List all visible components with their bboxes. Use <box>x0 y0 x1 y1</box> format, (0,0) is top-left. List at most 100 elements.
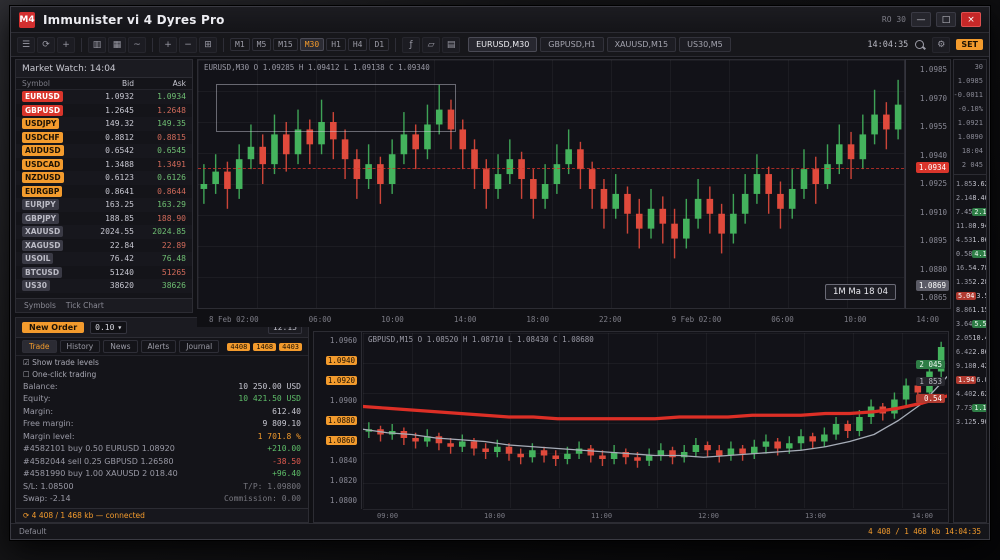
new-order-button[interactable]: New Order <box>22 322 84 333</box>
dom-row[interactable]: 5.043.54 <box>954 289 986 303</box>
minimize-button[interactable]: — <box>911 12 931 27</box>
market-watch-row[interactable]: XAGUSD22.8422.89 <box>16 239 192 253</box>
timeframe-h4[interactable]: H4 <box>348 38 368 51</box>
bar-chart-icon[interactable]: ▥ <box>88 37 106 53</box>
market-watch-row[interactable]: EURGBP0.86410.8644 <box>16 185 192 199</box>
market-watch-row[interactable]: USOIL76.4276.48 <box>16 252 192 266</box>
dom-row[interactable]: 9.180.42 <box>954 359 986 373</box>
checkbox-show-trade-levels[interactable]: ☑ Show trade levels <box>16 356 308 368</box>
maximize-button[interactable]: □ <box>936 12 956 27</box>
zoom-out-icon[interactable]: − <box>179 37 197 53</box>
crosshair-icon[interactable]: ⊞ <box>199 37 217 53</box>
terminal-tab[interactable]: Journal <box>179 340 219 353</box>
terminal-tab[interactable]: Trade <box>22 340 57 353</box>
drawing-rectangle[interactable] <box>216 84 456 132</box>
timeframe-m1[interactable]: M1 <box>230 38 250 51</box>
market-watch-row[interactable]: US303862038626 <box>16 279 192 293</box>
objects-icon[interactable]: ▱ <box>422 37 440 53</box>
market-watch-row[interactable]: XAUUSD2024.552024.85 <box>16 225 192 239</box>
dom-row[interactable]: 1.853.62 <box>954 177 986 191</box>
market-watch-row[interactable]: EURUSD1.09321.0934 <box>16 90 192 104</box>
market-watch-row[interactable]: BTCUSD5124051265 <box>16 266 192 280</box>
sub-chart-panel[interactable]: 1.09601.09401.09201.09001.08801.08601.08… <box>313 331 949 523</box>
terminal-line[interactable]: #4582044 sell 0.25 GBPUSD 1.26580-38.50 <box>16 455 308 468</box>
chart-tab[interactable]: XAUUSD,M15 <box>607 37 677 52</box>
market-watch-tab[interactable]: Symbols <box>24 301 56 310</box>
terminal-line[interactable]: Balance:10 250.00 USD <box>16 380 308 393</box>
dom-row[interactable]: 2.0510.4 <box>954 331 986 345</box>
main-chart-badge[interactable]: 1M Ma 18 04 <box>825 284 896 300</box>
dom-row[interactable]: 3.645.56 <box>954 317 986 331</box>
terminal-tab[interactable]: News <box>103 340 137 353</box>
market-watch-row[interactable]: NZDUSD0.61230.6126 <box>16 171 192 185</box>
price-axis[interactable]: 1.09851.09701.09551.09401.09251.09101.08… <box>905 59 951 309</box>
time-axis[interactable]: 8 Feb 02:0006:0010:0014:0018:0022:009 Fe… <box>197 311 951 327</box>
dom-row[interactable]: 7.731.18 <box>954 401 986 415</box>
market-watch-row[interactable]: USDCHF0.88120.8815 <box>16 131 192 145</box>
dom-row[interactable]: 4.531.06 <box>954 233 986 247</box>
timeframe-d1[interactable]: D1 <box>369 38 389 51</box>
terminal-line[interactable]: Margin level:1 701.8 % <box>16 430 308 443</box>
market-watch-row[interactable]: USDJPY149.32149.35 <box>16 117 192 131</box>
zoom-in-icon[interactable]: + <box>159 37 177 53</box>
chart-tab[interactable]: EURUSD,M30 <box>468 37 537 52</box>
close-button[interactable]: × <box>961 12 981 27</box>
dom-row[interactable]: 3.125.90 <box>954 415 986 429</box>
candle-chart-icon[interactable]: ▦ <box>108 37 126 53</box>
ask-value: 1.3491 <box>134 160 186 169</box>
dom-row[interactable]: 1.946.05 <box>954 373 986 387</box>
set-chip-button[interactable]: SET <box>956 39 983 50</box>
market-watch-row[interactable]: EURJPY163.25163.29 <box>16 198 192 212</box>
menu-icon[interactable]: ☰ <box>17 37 35 53</box>
time-label: 06:00 <box>771 315 794 324</box>
market-watch-row[interactable]: USDCAD1.34881.3491 <box>16 158 192 172</box>
dom-row[interactable]: 2.148.40 <box>954 191 986 205</box>
main-chart-panel[interactable]: EURUSD,M30 O 1.09285 H 1.09412 L 1.09138… <box>197 59 905 309</box>
refresh-icon[interactable]: ⟳ <box>37 37 55 53</box>
terminal-line[interactable]: S/L: 1.08500T/P: 1.09800 <box>16 480 308 493</box>
dom-row[interactable]: 6.422.86 <box>954 345 986 359</box>
layers-icon[interactable]: ▤ <box>442 37 460 53</box>
dom-row[interactable]: 8.861.15 <box>954 303 986 317</box>
indicators-icon[interactable]: ƒ <box>402 37 420 53</box>
chart-tab[interactable]: GBPUSD,H1 <box>540 37 603 52</box>
terminal-line[interactable]: Equity:10 421.50 USD <box>16 393 308 406</box>
chart-tab[interactable]: US30,M5 <box>679 37 731 52</box>
sub-chart-price-axis[interactable]: 1.09601.09401.09201.09001.08801.08601.08… <box>314 332 362 509</box>
dom-left-value: 1.94 <box>956 376 976 384</box>
terminal-line[interactable]: Margin:612.40 <box>16 405 308 418</box>
terminal-line[interactable]: Swap: -2.14Commission: 0.00 <box>16 493 308 506</box>
terminal-line[interactable]: #4581990 buy 1.00 XAUUSD 2 018.40+96.40 <box>16 468 308 481</box>
dom-row[interactable]: 16.54.78 <box>954 261 986 275</box>
timeframe-m5[interactable]: M5 <box>252 38 272 51</box>
terminal-tab[interactable]: Alerts <box>141 340 177 353</box>
market-watch-row[interactable]: GBPUSD1.26451.2648 <box>16 104 192 118</box>
sub-right-tag: 2 045 <box>916 360 945 369</box>
market-watch-row[interactable]: AUDUSD0.65420.6545 <box>16 144 192 158</box>
main-chart-plot[interactable] <box>198 60 904 308</box>
new-order-icon[interactable]: + <box>57 37 75 53</box>
symbol-badge: EURUSD <box>22 91 63 102</box>
terminal-line[interactable]: #4582101 buy 0.50 EURUSD 1.08920+210.00 <box>16 443 308 456</box>
sub-right-tag: 0.54 <box>916 394 945 403</box>
dom-row[interactable]: 11.80.94 <box>954 219 986 233</box>
dom-row[interactable]: 1.352.28 <box>954 275 986 289</box>
timeframe-m15[interactable]: M15 <box>273 38 297 51</box>
checkbox-one-click-trading[interactable]: ☐ One-click trading <box>16 368 308 380</box>
terminal-line[interactable]: Free margin:9 809.10 <box>16 418 308 431</box>
timeframe-m30[interactable]: M30 <box>300 38 324 51</box>
settings-gear-icon[interactable]: ⚙ <box>932 37 950 53</box>
sub-chart-plot[interactable] <box>363 333 947 508</box>
dom-row[interactable]: 7.452.15 <box>954 205 986 219</box>
market-watch-tab[interactable]: Tick Chart <box>66 301 104 310</box>
lot-size-stepper[interactable]: 0.10 ▾ <box>90 321 127 334</box>
terminal-tab[interactable]: History <box>60 340 101 353</box>
sub-price-label: 1.0900 <box>330 396 357 405</box>
line-chart-icon[interactable]: ~ <box>128 37 146 53</box>
market-watch-row[interactable]: GBPJPY188.85188.90 <box>16 212 192 226</box>
depth-of-market-strip: 301.0985-0.0011-0.10%1.09211.089018:042 … <box>953 59 987 523</box>
dom-row[interactable]: 0.584.15 <box>954 247 986 261</box>
dom-row[interactable]: 4.402.62 <box>954 387 986 401</box>
timeframe-h1[interactable]: H1 <box>326 38 346 51</box>
search-icon[interactable] <box>914 39 926 51</box>
